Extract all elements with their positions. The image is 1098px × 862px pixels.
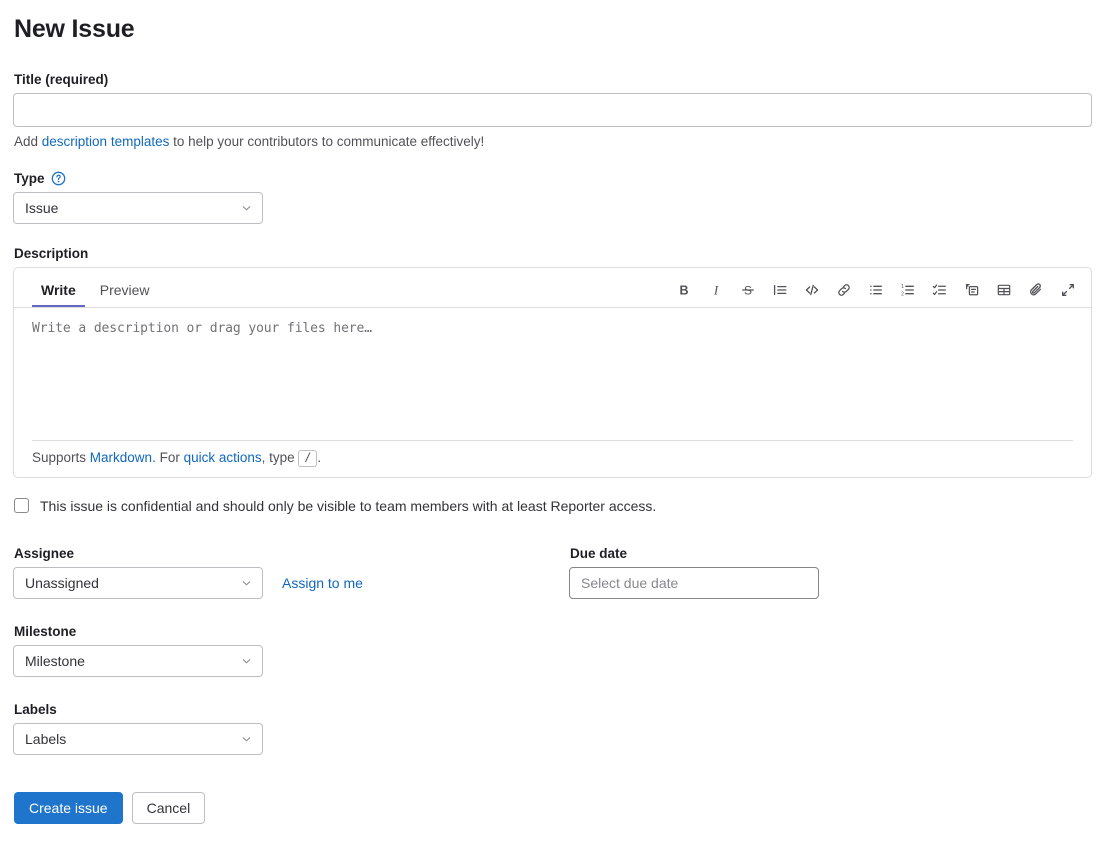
quote-icon[interactable] [770, 280, 790, 300]
title-field-group: Title (required) Add description templat… [13, 72, 1092, 149]
title-hint-prefix: Add [14, 134, 42, 149]
editor-footer-prefix: Supports [32, 450, 90, 465]
chevron-down-icon [240, 202, 253, 215]
description-templates-link[interactable]: description templates [42, 134, 170, 149]
type-label-row: Type [14, 171, 1086, 186]
chevron-down-icon [240, 654, 253, 667]
confidential-checkbox[interactable] [14, 498, 29, 513]
svg-text:I: I [713, 282, 719, 297]
task-list-icon[interactable] [930, 280, 950, 300]
due-date-label: Due date [570, 545, 628, 561]
editor-tabs: Write Preview [32, 268, 159, 307]
slash-key-hint: / [298, 450, 318, 467]
bold-icon[interactable]: B [674, 280, 694, 300]
assignee-duedate-row: Assignee Unassigned Assign to me Due dat… [13, 546, 1086, 599]
page-title: New Issue [14, 15, 135, 43]
assignee-field-group: Assignee Unassigned Assign to me [13, 546, 569, 599]
quick-actions-link[interactable]: quick actions [184, 450, 262, 465]
title-input[interactable] [13, 93, 1092, 127]
title-hint-suffix: to help your contributors to communicate… [169, 134, 485, 149]
due-date-input[interactable] [569, 566, 819, 599]
description-editor: Write Preview B I S 1 2 Write a descript… [13, 267, 1092, 478]
fullscreen-icon[interactable] [1058, 280, 1078, 300]
chevron-down-icon [240, 576, 253, 589]
labels-label: Labels [14, 701, 57, 717]
milestone-label: Milestone [14, 623, 77, 639]
description-placeholder: Write a description or drag your files h… [32, 321, 372, 336]
markdown-toolbar: B I S 1 2 [674, 280, 1078, 307]
editor-toolbar-row: Write Preview B I S 1 2 [14, 268, 1091, 308]
type-select[interactable]: Issue [13, 192, 263, 224]
link-icon[interactable] [834, 280, 854, 300]
markdown-link[interactable]: Markdown [90, 450, 152, 465]
question-circle-icon[interactable] [51, 171, 66, 186]
milestone-select[interactable]: Milestone [13, 644, 263, 677]
new-issue-form: New Issue Title (required) Add descripti… [0, 0, 1098, 824]
description-label: Description [14, 246, 89, 261]
type-field-group: Type Issue [13, 171, 1086, 224]
numbered-list-icon[interactable]: 1 2 [898, 280, 918, 300]
chevron-down-icon [240, 732, 253, 745]
create-issue-button[interactable]: Create issue [14, 791, 123, 824]
form-actions: Create issue Cancel [14, 791, 1086, 824]
confidential-label: This issue is confidential and should on… [40, 497, 657, 514]
type-label: Type [14, 171, 45, 186]
svg-text:2: 2 [901, 292, 904, 298]
assignee-select[interactable]: Unassigned [13, 566, 263, 599]
type-select-value: Issue [25, 200, 59, 216]
editor-footer-period: . [317, 450, 322, 465]
collapsible-section-icon[interactable] [962, 280, 982, 300]
code-icon[interactable] [802, 280, 822, 300]
labels-select[interactable]: Labels [13, 722, 263, 755]
due-date-field-group: Due date [569, 546, 869, 599]
milestone-field-group: Milestone Milestone [13, 624, 1086, 677]
description-textarea[interactable]: Write a description or drag your files h… [14, 308, 1091, 440]
strikethrough-icon[interactable]: S [738, 280, 758, 300]
confidential-row[interactable]: This issue is confidential and should on… [14, 498, 1086, 514]
italic-icon[interactable]: I [706, 280, 726, 300]
assignee-select-value: Unassigned [25, 574, 99, 591]
editor-footer: Supports Markdown. For quick actions, ty… [32, 440, 1073, 477]
labels-field-group: Labels Labels [13, 702, 1086, 755]
svg-text:1: 1 [901, 284, 904, 290]
assignee-controls: Unassigned Assign to me [13, 566, 569, 599]
tab-preview[interactable]: Preview [91, 283, 159, 307]
title-hint: Add description templates to help your c… [14, 134, 1086, 149]
milestone-select-value: Milestone [25, 652, 85, 669]
svg-text:B: B [679, 283, 688, 297]
bullet-list-icon[interactable] [866, 280, 886, 300]
cancel-button[interactable]: Cancel [131, 791, 206, 824]
labels-select-value: Labels [25, 730, 67, 747]
tab-write[interactable]: Write [32, 283, 85, 307]
title-label: Title (required) [14, 72, 109, 87]
editor-footer-after: , type [261, 450, 299, 465]
description-field-group: Description Write Preview B I S 1 2 Writ… [13, 246, 1092, 478]
assignee-label: Assignee [14, 545, 75, 561]
assign-to-me-link[interactable]: Assign to me [282, 575, 363, 591]
attachment-icon[interactable] [1026, 280, 1046, 300]
table-icon[interactable] [994, 280, 1014, 300]
editor-footer-middle: . For [152, 450, 184, 465]
